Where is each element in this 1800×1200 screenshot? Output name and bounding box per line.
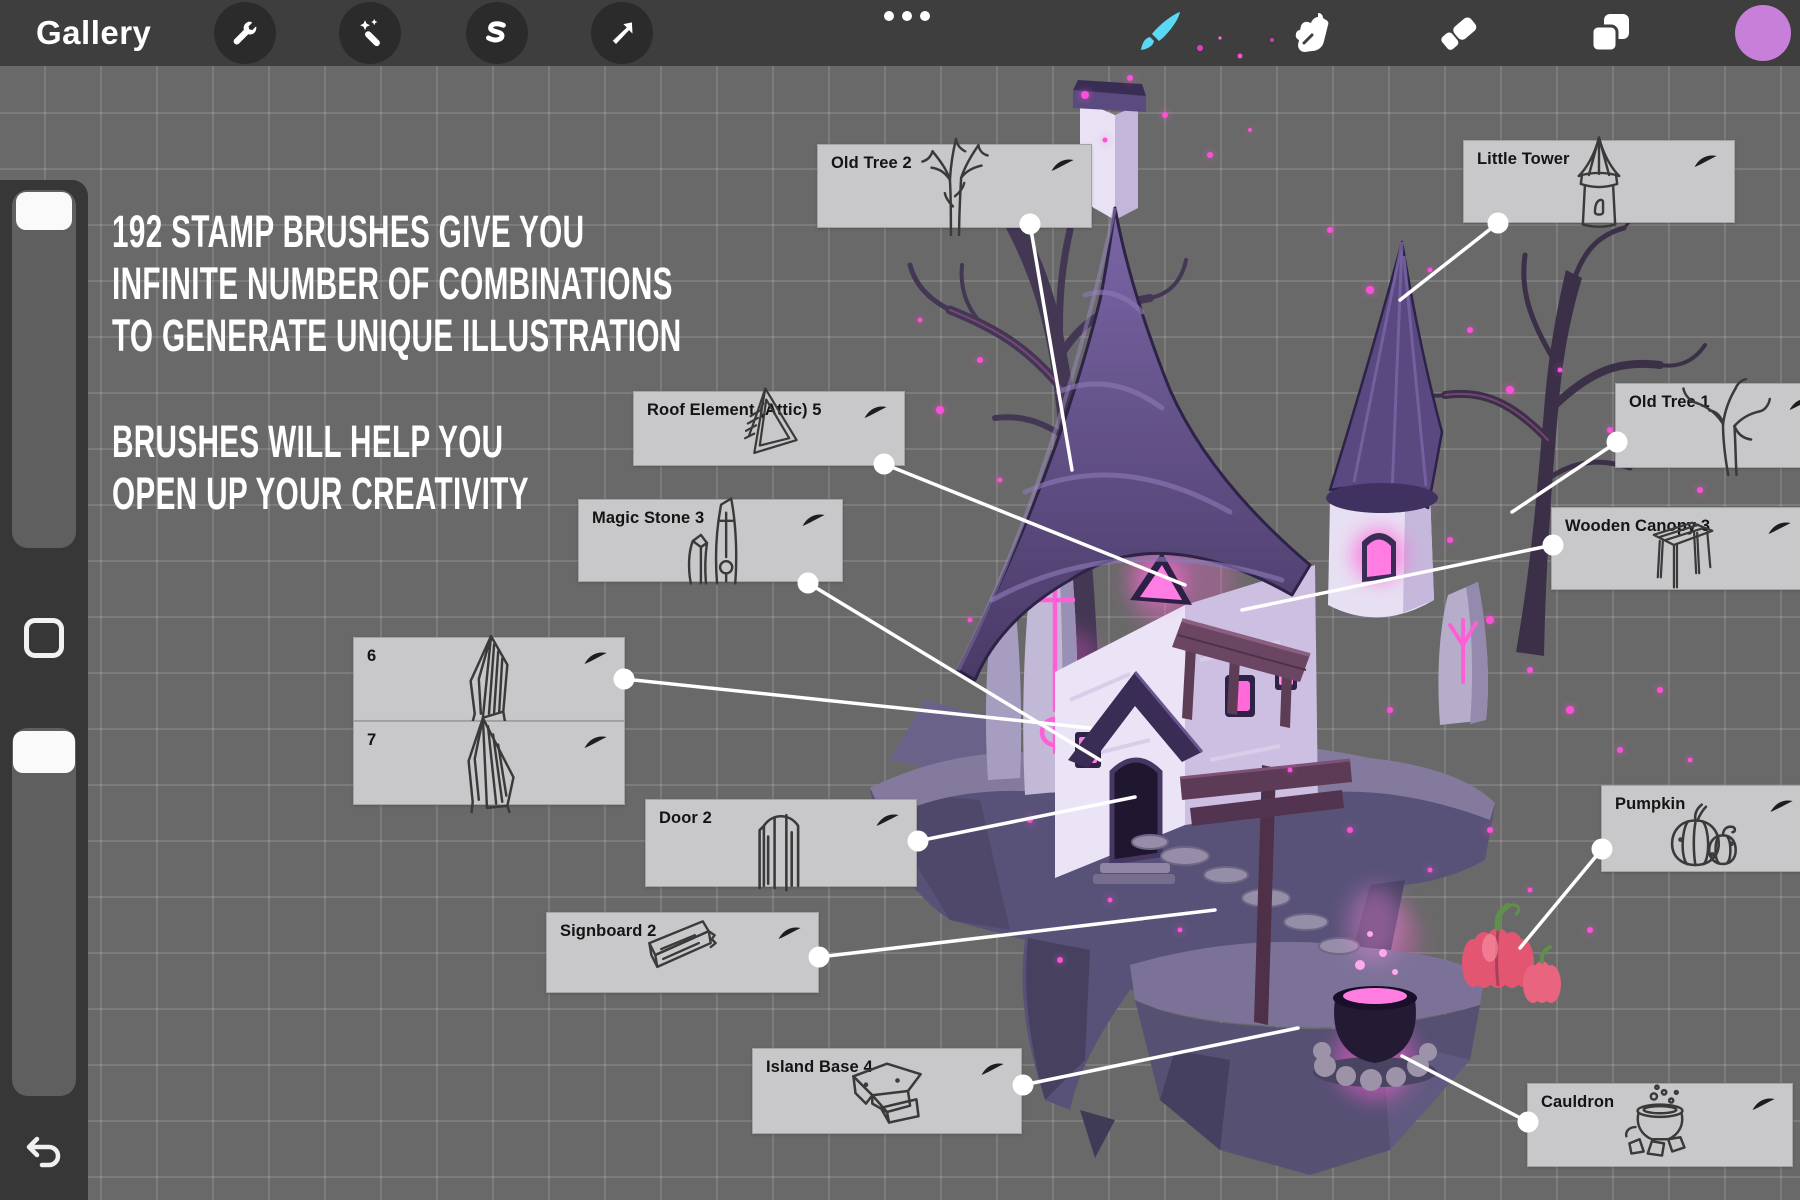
adjustments-button[interactable] [339, 2, 401, 64]
top-toolbar: Gallery [0, 0, 1800, 66]
modify-button[interactable] [24, 618, 64, 658]
layers-icon [1584, 7, 1636, 59]
headline-paragraph-1: 192 STAMP BRUSHES GIVE YOU INFINITE NUMB… [112, 206, 682, 362]
eraser-icon [1432, 7, 1484, 59]
magic-wand-icon [353, 16, 387, 50]
brush-opacity-slider[interactable] [12, 728, 76, 1096]
actions-button[interactable] [214, 2, 276, 64]
undo-icon[interactable] [22, 1128, 66, 1172]
layers-button[interactable] [1581, 4, 1639, 62]
selection-button[interactable] [466, 2, 528, 64]
transform-arrow-icon [605, 16, 639, 50]
turret [1326, 242, 1442, 617]
transform-button[interactable] [591, 2, 653, 64]
brush-size-slider[interactable] [12, 190, 76, 548]
paint-brush-icon [1134, 7, 1186, 59]
chimney [1073, 80, 1146, 220]
headline-line: TO GENERATE UNIQUE ILLUSTRATION [112, 310, 682, 362]
smudge-button[interactable] [1279, 4, 1337, 62]
headline-line: 192 STAMP BRUSHES GIVE YOU [112, 206, 682, 258]
headline-line: BRUSHES WILL HELP YOU [112, 416, 529, 468]
brush-controls-sidebar [0, 180, 88, 1200]
eraser-button[interactable] [1429, 4, 1487, 62]
gallery-button[interactable]: Gallery [36, 0, 151, 66]
paint-brush-button[interactable] [1131, 4, 1189, 62]
brush-opacity-handle[interactable] [13, 731, 75, 773]
color-swatch[interactable] [1735, 5, 1791, 61]
headline-line: INFINITE NUMBER OF COMBINATIONS [112, 258, 682, 310]
selection-icon [480, 16, 514, 50]
headline-paragraph-2: BRUSHES WILL HELP YOU OPEN UP YOUR CREAT… [112, 416, 529, 520]
wrench-icon [228, 16, 262, 50]
smudge-icon [1282, 7, 1334, 59]
ellipsis-menu[interactable] [884, 11, 930, 21]
procreate-window: 192 STAMP BRUSHES GIVE YOU INFINITE NUMB… [0, 0, 1800, 1200]
brush-size-handle[interactable] [16, 192, 72, 230]
witch-house-illustration [830, 60, 1800, 1200]
headline-line: OPEN UP YOUR CREATIVITY [112, 468, 529, 520]
